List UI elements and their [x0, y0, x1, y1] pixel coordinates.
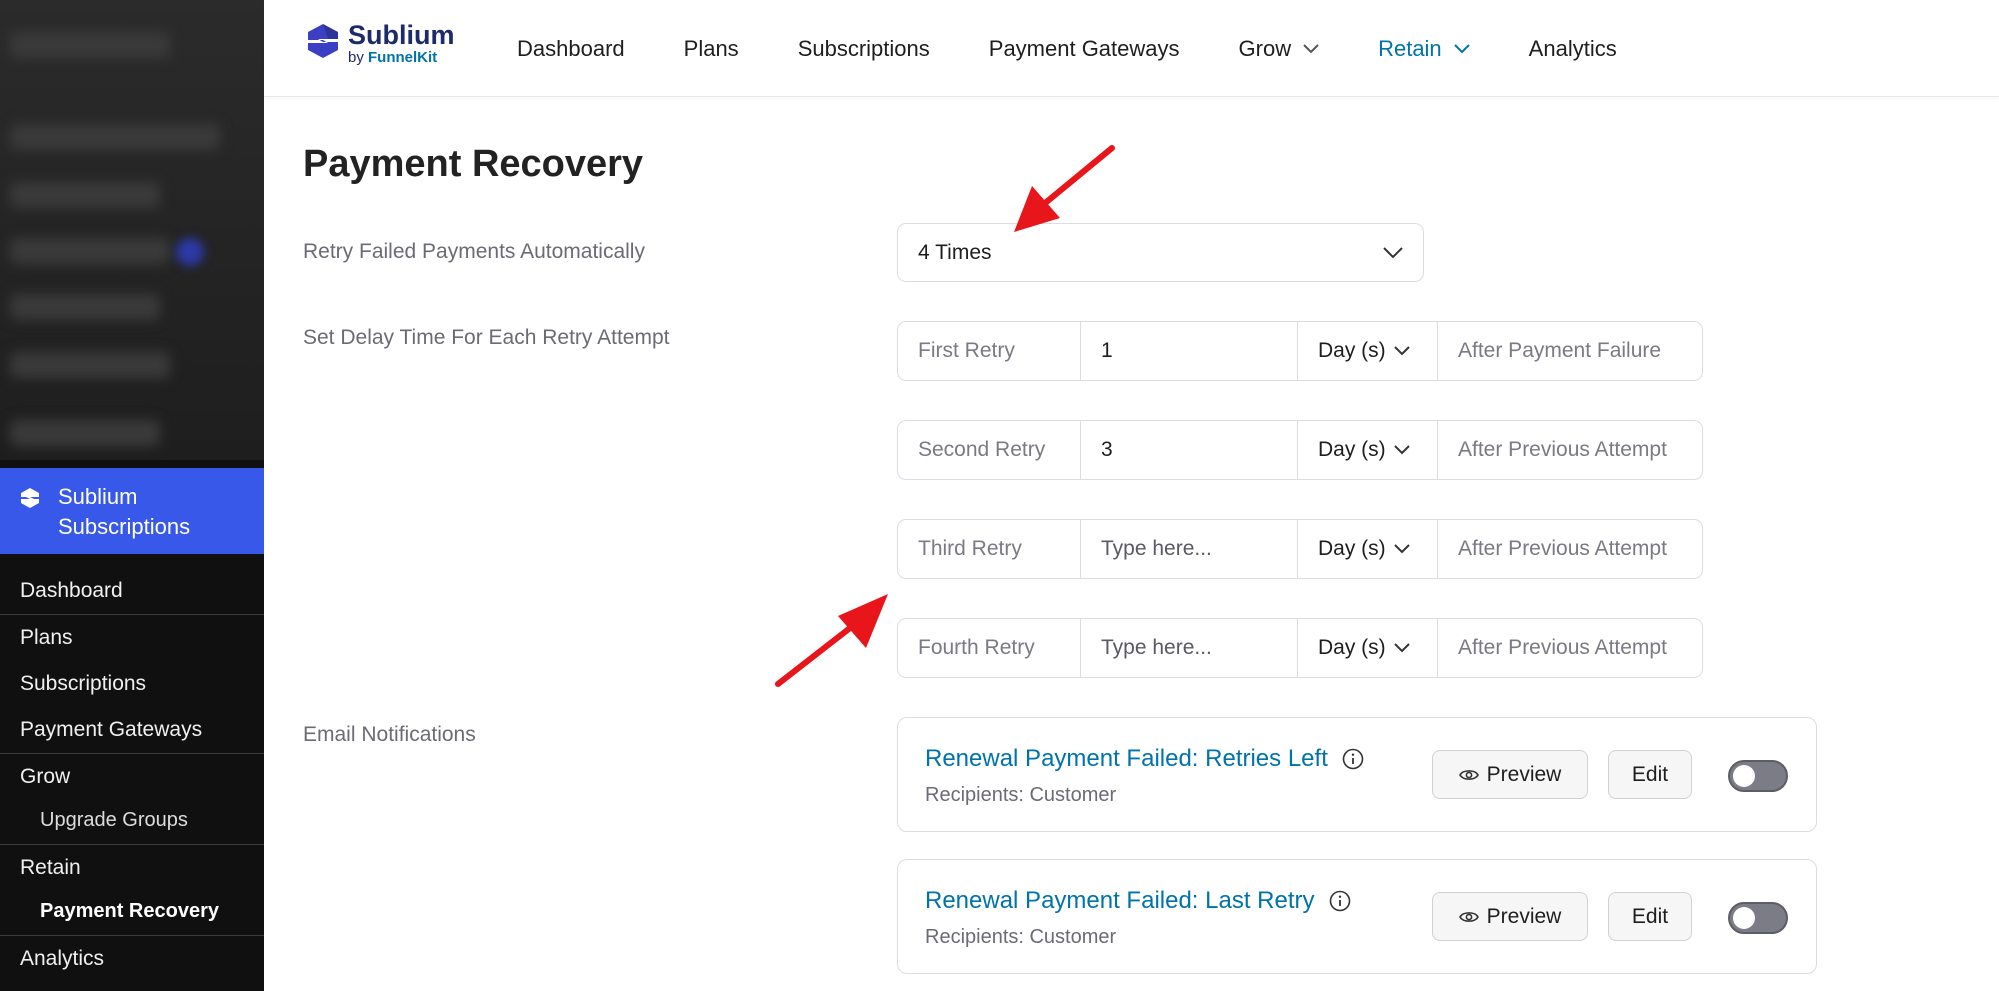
annotation-arrow-icon: [1014, 145, 1115, 232]
nav-subscriptions[interactable]: Subscriptions: [798, 36, 930, 62]
retry-unit-select[interactable]: Day (s): [1298, 322, 1438, 380]
sidebar-item-analytics[interactable]: Analytics: [0, 936, 264, 982]
email-title-link[interactable]: Renewal Payment Failed: Retries Left: [925, 745, 1364, 773]
retry-count-select[interactable]: 4 Times: [897, 223, 1424, 282]
annotation-arrow-icon: [775, 594, 888, 687]
retry-after-text: After Previous Attempt: [1458, 537, 1667, 560]
admin-sidebar: Sublium Subscriptions Dashboard Plans Su…: [0, 0, 264, 991]
retry-row-third: Third Retry Type here... Day (s) After P…: [897, 519, 1703, 579]
retry-name: First Retry: [898, 322, 1081, 380]
retry-unit-select[interactable]: Day (s): [1298, 520, 1438, 578]
logo-title: Sublium: [348, 20, 455, 50]
sidebar-item-plans[interactable]: Plans: [0, 615, 264, 661]
eye-icon: [1458, 911, 1479, 922]
sublium-logo[interactable]: Sublium by FunnelKit: [306, 21, 455, 66]
nav-analytics[interactable]: Analytics: [1529, 36, 1617, 62]
chevron-down-icon: [1383, 246, 1403, 258]
retry-name: Fourth Retry: [898, 619, 1081, 677]
retry-days-input[interactable]: Type here...: [1081, 619, 1298, 677]
sidebar-item-sublium[interactable]: Sublium Subscriptions: [0, 468, 264, 554]
email-card-last-retry: Renewal Payment Failed: Last Retry Recip…: [897, 859, 1817, 974]
chevron-down-icon: [1393, 445, 1410, 455]
delay-label: Set Delay Time For Each Retry Attempt: [303, 326, 670, 349]
retry-row-second: Second Retry 3 Day (s) After Previous At…: [897, 420, 1703, 480]
page-title: Payment Recovery: [303, 143, 644, 185]
preview-button[interactable]: Preview: [1432, 892, 1588, 941]
retry-row-first: First Retry 1 Day (s) After Payment Fail…: [897, 321, 1703, 381]
retry-unit-select[interactable]: Day (s): [1298, 421, 1438, 479]
logo-subtitle: by FunnelKit: [348, 49, 438, 66]
sublium-icon: [21, 488, 39, 508]
sidebar-item-dashboard[interactable]: Dashboard: [0, 568, 264, 614]
retry-days-input[interactable]: Type here...: [1081, 520, 1298, 578]
sidebar-submenu: Dashboard Plans Subscriptions Payment Ga…: [0, 568, 264, 982]
retry-name: Third Retry: [898, 520, 1081, 578]
edit-button[interactable]: Edit: [1608, 892, 1692, 941]
email-enable-toggle[interactable]: [1728, 760, 1788, 792]
retry-automatic-label: Retry Failed Payments Automatically: [303, 240, 645, 263]
nav-payment-gateways[interactable]: Payment Gateways: [989, 36, 1180, 62]
chevron-down-icon: [1303, 43, 1319, 53]
retry-count-value: 4 Times: [918, 240, 992, 264]
blurred-menu-area: [0, 0, 264, 460]
info-icon[interactable]: [1342, 748, 1364, 770]
email-notifications-label: Email Notifications: [303, 723, 476, 746]
sidebar-item-grow[interactable]: Grow: [0, 754, 264, 800]
email-card-retries-left: Renewal Payment Failed: Retries Left Rec…: [897, 717, 1817, 832]
sidebar-item-subscriptions[interactable]: Subscriptions: [0, 661, 264, 707]
chevron-down-icon: [1453, 43, 1470, 53]
sidebar-item-upgrade-groups[interactable]: Upgrade Groups: [0, 800, 264, 844]
retry-after-text: After Payment Failure: [1458, 339, 1662, 362]
retry-row-fourth: Fourth Retry Type here... Day (s) After …: [897, 618, 1703, 678]
top-nav: Dashboard Plans Subscriptions Payment Ga…: [517, 0, 1676, 97]
email-enable-toggle[interactable]: [1728, 902, 1788, 934]
eye-icon: [1458, 769, 1479, 780]
sidebar-item-retain[interactable]: Retain: [0, 845, 264, 891]
nav-grow[interactable]: Grow: [1239, 36, 1320, 62]
email-recipients: Recipients: Customer: [925, 926, 1117, 948]
sidebar-brand-line1: Sublium: [58, 484, 138, 509]
info-icon[interactable]: [1329, 890, 1351, 912]
nav-dashboard[interactable]: Dashboard: [517, 36, 625, 62]
sidebar-brand-line2: Subscriptions: [58, 514, 191, 539]
retry-after-text: After Previous Attempt: [1458, 438, 1667, 461]
sidebar-item-payment-gateways[interactable]: Payment Gateways: [0, 707, 264, 753]
preview-button[interactable]: Preview: [1432, 750, 1588, 799]
retry-name: Second Retry: [898, 421, 1081, 479]
nav-retain[interactable]: Retain: [1378, 36, 1470, 62]
sidebar-item-payment-recovery[interactable]: Payment Recovery: [0, 891, 264, 935]
top-navbar: Sublium by FunnelKit Dashboard Plans Sub…: [264, 0, 1999, 97]
retry-unit-select[interactable]: Day (s): [1298, 619, 1438, 677]
edit-button[interactable]: Edit: [1608, 750, 1692, 799]
email-recipients: Recipients: Customer: [925, 784, 1117, 806]
sublium-logo-icon: [308, 23, 338, 58]
chevron-down-icon: [1393, 544, 1410, 554]
chevron-down-icon: [1393, 346, 1410, 356]
retry-after-text: After Previous Attempt: [1458, 636, 1667, 659]
chevron-down-icon: [1393, 643, 1410, 653]
retry-days-input[interactable]: 1: [1081, 322, 1298, 380]
retry-days-input[interactable]: 3: [1081, 421, 1298, 479]
email-title-link[interactable]: Renewal Payment Failed: Last Retry: [925, 887, 1351, 915]
nav-plans[interactable]: Plans: [684, 36, 739, 62]
